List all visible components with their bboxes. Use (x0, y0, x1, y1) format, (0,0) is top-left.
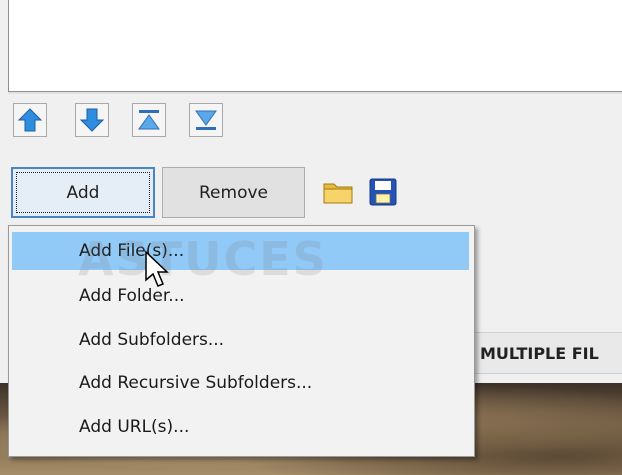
open-folder-icon[interactable] (321, 175, 355, 209)
move-up-icon (17, 108, 43, 132)
menu-item-label: Add Recursive Subfolders... (79, 373, 313, 393)
column-header: MULTIPLE FIL (470, 332, 622, 374)
panel-divider (8, 92, 622, 94)
move-down-icon (79, 108, 105, 132)
move-up-button[interactable] (13, 103, 47, 137)
save-icon[interactable] (366, 175, 400, 209)
column-header-label: MULTIPLE FIL (480, 343, 599, 363)
move-to-top-icon (138, 110, 160, 130)
remove-button-label: Remove (199, 182, 268, 203)
move-to-top-button[interactable] (132, 103, 166, 137)
add-dropdown-menu: Add File(s)... Add Folder... Add Subfold… (8, 225, 475, 457)
move-down-button[interactable] (75, 103, 109, 137)
remove-button[interactable]: Remove (162, 167, 305, 218)
move-to-bottom-icon (195, 110, 217, 130)
move-to-bottom-button[interactable] (189, 103, 223, 137)
file-list-panel[interactable] (8, 0, 622, 92)
menu-item-add-subfolders[interactable]: Add Subfolders... (12, 321, 469, 359)
mouse-cursor-icon (145, 250, 169, 287)
menu-item-label: Add Subfolders... (79, 330, 225, 350)
menu-item-label: Add URL(s)... (79, 417, 190, 437)
add-button[interactable]: Add (11, 167, 155, 218)
focus-rect (16, 172, 150, 213)
menu-item-add-folder[interactable]: Add Folder... (12, 277, 469, 315)
menu-item-add-urls[interactable]: Add URL(s)... (12, 408, 469, 446)
menu-item-add-recursive-subfolders[interactable]: Add Recursive Subfolders... (12, 364, 469, 402)
menu-item-add-files[interactable]: Add File(s)... (12, 232, 469, 270)
